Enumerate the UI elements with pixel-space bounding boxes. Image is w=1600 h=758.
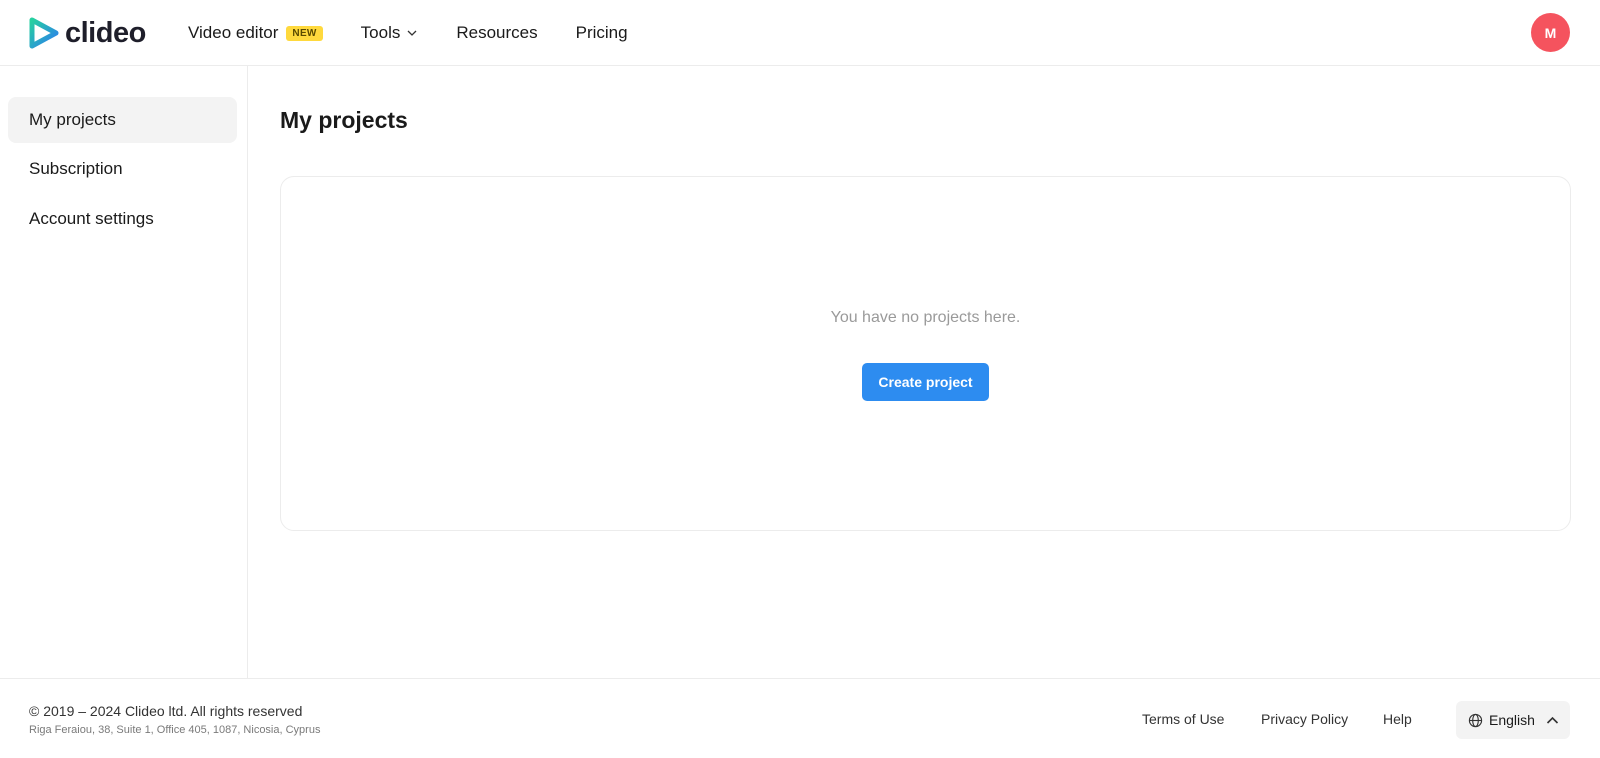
sidebar-item-subscription[interactable]: Subscription bbox=[8, 146, 237, 192]
privacy-policy-link[interactable]: Privacy Policy bbox=[1261, 711, 1348, 727]
copyright-text: © 2019 – 2024 Clideo ltd. All rights res… bbox=[29, 703, 303, 719]
language-label: English bbox=[1489, 712, 1535, 728]
sidebar-item-my-projects[interactable]: My projects bbox=[8, 97, 237, 143]
nav-video-editor[interactable]: Video editor NEW bbox=[188, 23, 323, 43]
user-avatar[interactable]: M bbox=[1531, 13, 1570, 52]
page-title: My projects bbox=[280, 107, 408, 133]
globe-icon bbox=[1468, 713, 1483, 727]
new-badge: NEW bbox=[286, 25, 323, 41]
chevron-up-icon bbox=[1546, 716, 1558, 724]
nav-video-editor-label: Video editor bbox=[188, 23, 279, 42]
main-nav: Video editor NEW Tools Resources Pricing bbox=[188, 0, 666, 66]
terms-of-use-link[interactable]: Terms of Use bbox=[1142, 711, 1224, 727]
nav-pricing-label: Pricing bbox=[575, 23, 628, 42]
nav-resources[interactable]: Resources bbox=[456, 23, 537, 43]
create-project-button[interactable]: Create project bbox=[862, 363, 989, 401]
account-sidebar: My projects Subscription Account setting… bbox=[0, 66, 248, 678]
chevron-down-icon bbox=[407, 30, 417, 36]
nav-resources-label: Resources bbox=[456, 23, 538, 42]
top-header: clideo Video editor NEW Tools Resources … bbox=[0, 0, 1600, 66]
projects-empty-state: You have no projects here. Create projec… bbox=[280, 176, 1571, 531]
nav-tools[interactable]: Tools bbox=[361, 23, 419, 43]
language-selector[interactable]: English bbox=[1456, 701, 1570, 739]
sidebar-item-account-settings[interactable]: Account settings bbox=[8, 196, 237, 242]
help-link[interactable]: Help bbox=[1383, 711, 1412, 727]
page-footer: © 2019 – 2024 Clideo ltd. All rights res… bbox=[0, 678, 1600, 758]
clideo-logo[interactable]: clideo bbox=[29, 16, 146, 50]
empty-message: You have no projects here. bbox=[830, 309, 1021, 326]
company-address: Riga Feraiou, 38, Suite 1, Office 405, 1… bbox=[29, 724, 321, 736]
nav-tools-label: Tools bbox=[360, 23, 401, 42]
nav-pricing[interactable]: Pricing bbox=[576, 23, 628, 43]
play-logo-icon bbox=[29, 17, 59, 49]
brand-name: clideo bbox=[65, 16, 146, 49]
